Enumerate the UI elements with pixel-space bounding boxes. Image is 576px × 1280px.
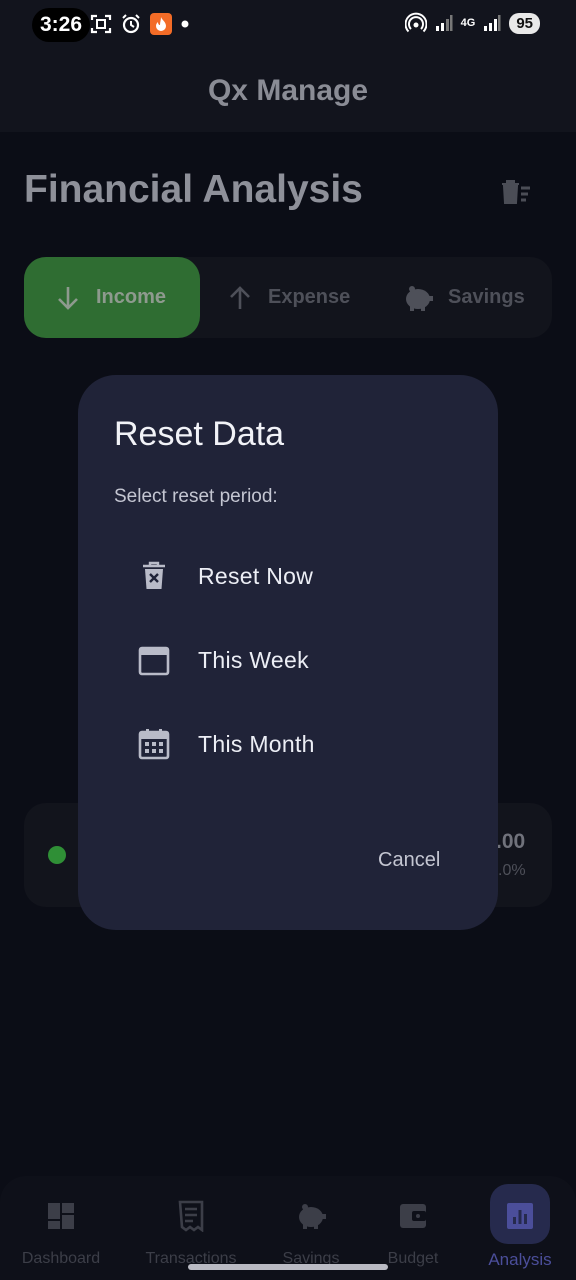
cancel-button[interactable]: Cancel [378, 847, 440, 874]
home-indicator [188, 1264, 388, 1270]
type-tabs: Income Expense Savings [24, 257, 552, 338]
arrow-down-icon [58, 286, 78, 310]
signal-icon-1 [435, 15, 453, 31]
alarm-icon [122, 14, 140, 34]
dashboard-icon [45, 1200, 77, 1232]
status-notification-icons [90, 13, 190, 35]
delete-forever-icon [136, 558, 172, 594]
category-amount: .00 [496, 830, 526, 853]
this-week-label: This Week [198, 646, 309, 673]
tab-expense-label: Expense [268, 286, 351, 308]
hotspot-icon [404, 12, 427, 33]
dialog-subtitle: Select reset period: [114, 486, 278, 507]
receipt-icon [175, 1200, 207, 1232]
status-time: 3:26 [40, 13, 83, 36]
nav-dashboard-label: Dashboard [21, 1250, 101, 1267]
delete-sweep-icon [502, 180, 530, 204]
nav-dashboard[interactable]: Dashboard [6, 1176, 116, 1280]
reset-now-label: Reset Now [198, 562, 314, 589]
reset-now-option[interactable]: Reset Now [136, 556, 313, 596]
category-percent: .0% [498, 862, 526, 879]
category-color-dot [48, 846, 66, 864]
app-bar: Qx Manage [0, 50, 576, 132]
dialog-title: Reset Data [114, 415, 285, 453]
status-system-icons: 4G 95 [404, 12, 540, 34]
battery-level: 95 [509, 12, 540, 34]
clear-data-button[interactable] [498, 175, 534, 211]
signal-icon-2 [484, 15, 501, 31]
piggy-bank-icon [406, 285, 433, 311]
reset-data-dialog: Reset Data Select reset period: Reset No… [78, 375, 498, 930]
screenshot-icon [90, 14, 112, 34]
calendar-icon [136, 642, 172, 678]
tab-income-label: Income [96, 286, 167, 308]
app-title: Qx Manage [207, 74, 369, 107]
status-time-pill: 3:26 [32, 8, 91, 42]
page-title: Financial Analysis [24, 168, 363, 211]
tab-expense[interactable]: Expense [226, 257, 350, 338]
network-type-label: 4G [460, 16, 476, 29]
calendar-month-icon [136, 726, 172, 762]
tab-savings[interactable]: Savings [402, 257, 525, 338]
more-notifications-dot-icon [181, 20, 189, 28]
tab-savings-label: Savings [448, 286, 525, 308]
app-notification-icon [150, 13, 172, 35]
this-week-option[interactable]: This Week [136, 640, 309, 680]
nav-analysis[interactable]: Analysis [465, 1176, 575, 1280]
this-month-option[interactable]: This Month [136, 724, 315, 764]
piggy-bank-icon [295, 1200, 327, 1232]
wallet-icon [397, 1200, 429, 1232]
analytics-icon [504, 1200, 536, 1232]
nav-analysis-label: Analysis [488, 1250, 552, 1269]
tab-income[interactable]: Income [24, 257, 200, 338]
arrow-up-icon [230, 285, 250, 309]
this-month-label: This Month [198, 730, 315, 757]
